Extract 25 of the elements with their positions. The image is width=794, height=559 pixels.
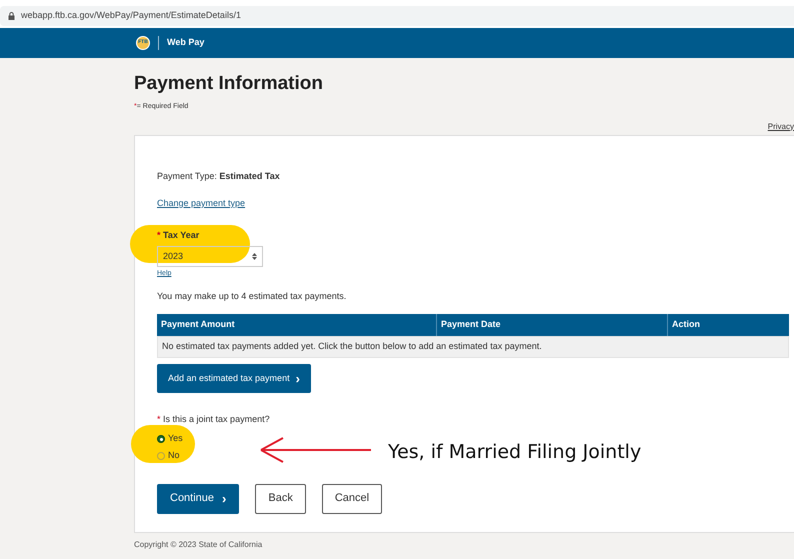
info-text: You may make up to 4 estimated tax payments.: [157, 290, 348, 303]
form-button[interactable]: Back: [255, 484, 306, 514]
add-payment-button[interactable]: Add an estimated tax payment ›: [157, 364, 311, 393]
copyright-text: Copyright © 2023 State of California: [134, 538, 264, 550]
continue-button[interactable]: Continue ›: [157, 484, 240, 514]
radio-button[interactable]: [157, 452, 165, 460]
change-payment-type-link[interactable]: Change payment type: [157, 197, 246, 210]
address-bar[interactable]: webapp.ftb.ca.gov/WebPay/Payment/EstimateDetails/1: [0, 6, 794, 26]
url-text: webapp.ftb.ca.gov/WebPay/Payment/EstimateDetails/1: [21, 9, 241, 22]
select-arrows-icon: [252, 253, 257, 260]
page-title: Payment Information: [134, 72, 324, 96]
lock-icon: [8, 12, 15, 20]
tax-year-select[interactable]: 2023: [157, 246, 263, 267]
radio-option[interactable]: No: [157, 448, 180, 464]
payment-type: Payment Type: Estimated Tax: [157, 170, 281, 183]
column-header: Action: [671, 318, 701, 332]
tax-year-label: * Tax Year: [157, 228, 200, 242]
app-title: Web Pay: [167, 36, 204, 50]
highlight-marker: [131, 424, 195, 462]
empty-table-message: No estimated tax payments added yet. Click the button below to add an estimated tax payment.: [157, 336, 789, 358]
annotation-text: Yes, if Married Filing Jointly: [388, 440, 642, 465]
radio-option[interactable]: Yes: [157, 430, 183, 448]
privacy-link[interactable]: Privacy: [768, 120, 794, 132]
joint-question: * Is this a joint tax payment?: [157, 413, 271, 426]
form-button[interactable]: Cancel: [322, 484, 382, 514]
